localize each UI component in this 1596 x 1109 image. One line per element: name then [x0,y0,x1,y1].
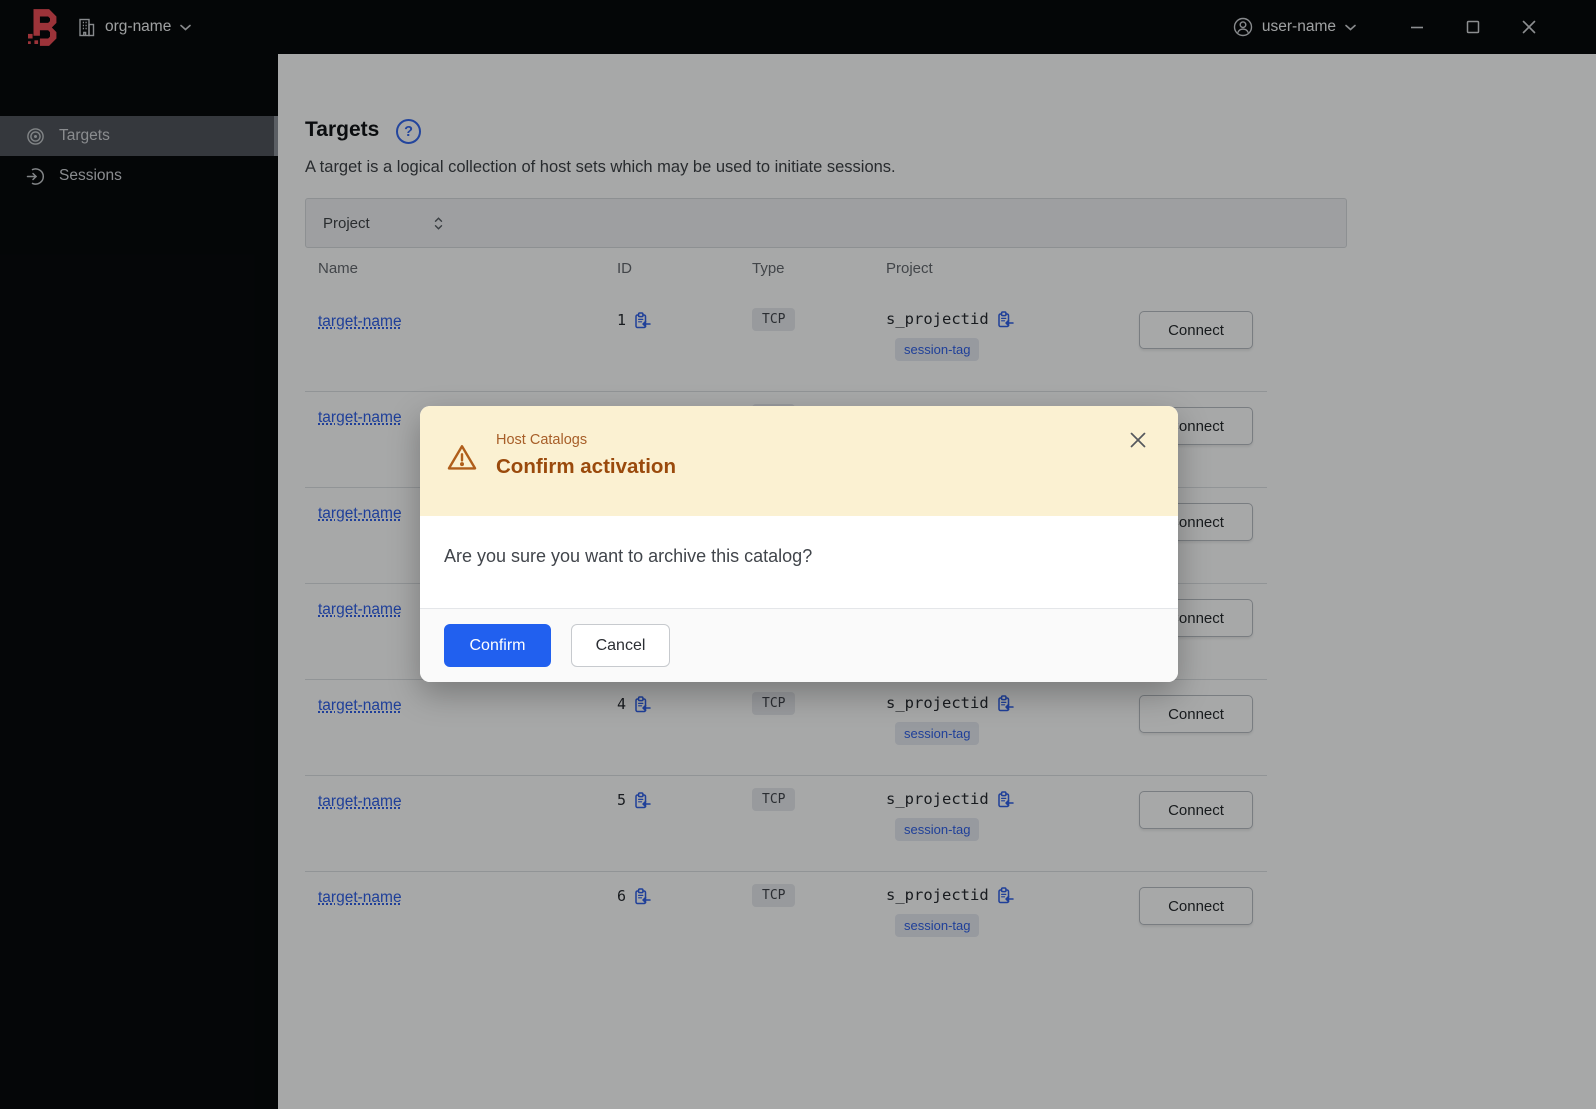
confirm-dialog: Host Catalogs Confirm activation Are you… [420,406,1178,682]
confirm-button[interactable]: Confirm [444,624,551,667]
dialog-footer: Confirm Cancel [420,608,1178,682]
warning-icon [446,442,478,479]
dialog-header: Host Catalogs Confirm activation [420,406,1178,516]
dialog-title: Confirm activation [496,455,676,478]
cancel-button[interactable]: Cancel [571,624,670,667]
dialog-eyebrow: Host Catalogs [496,432,588,448]
dialog-body: Are you sure you want to archive this ca… [420,516,1178,608]
dialog-close-icon[interactable] [1128,430,1148,450]
dialog-message: Are you sure you want to archive this ca… [444,546,813,566]
